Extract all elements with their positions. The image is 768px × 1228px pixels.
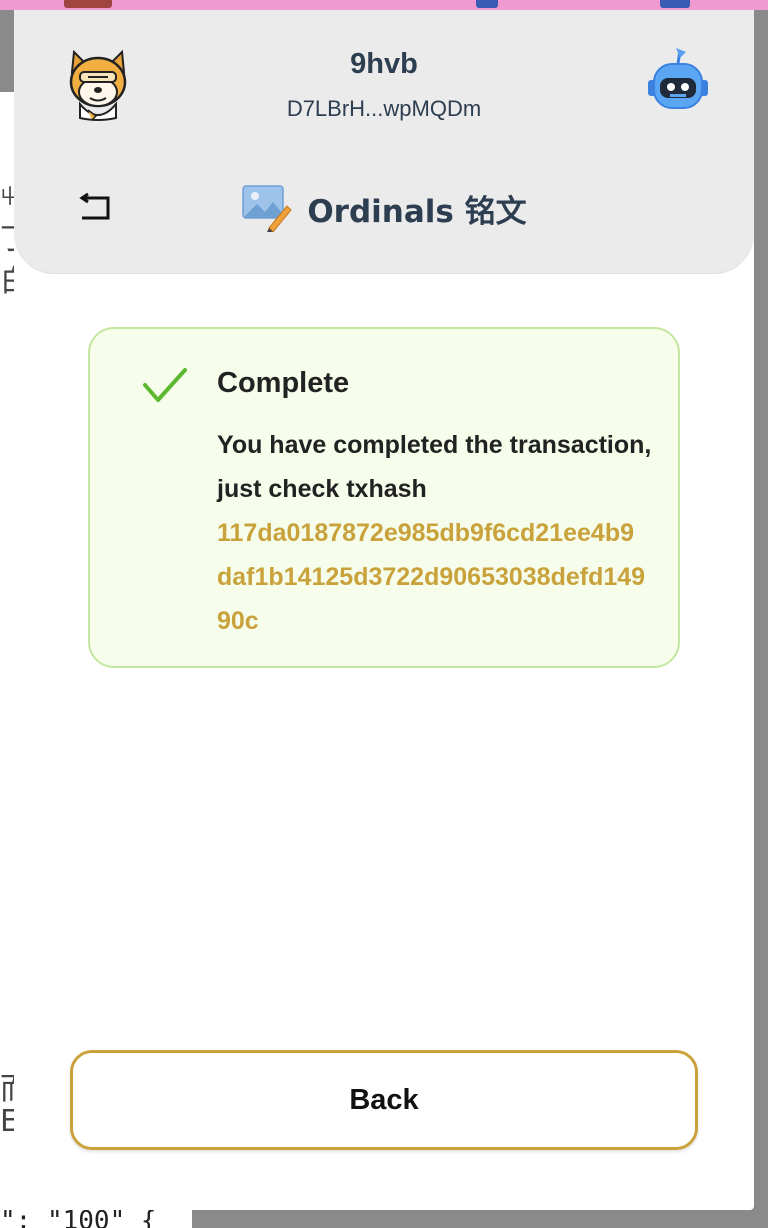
- background-badge: [64, 0, 112, 8]
- wallet-header: 9hvb D7LBrH...wpMQDm Ordinals 铭文: [14, 10, 754, 274]
- page-title: Ordinals 铭文: [307, 193, 527, 230]
- transaction-result-card: Complete You have completed the transact…: [88, 327, 680, 668]
- checkmark-icon: [142, 367, 188, 403]
- back-button[interactable]: Back: [70, 1050, 698, 1150]
- image-edit-icon: [241, 184, 293, 233]
- status-message: You have completed the transaction, just…: [217, 431, 652, 503]
- wallet-address[interactable]: D7LBrH...wpMQDm: [14, 96, 754, 122]
- status-title: Complete: [217, 367, 350, 399]
- txhash-link[interactable]: 117da0187872e985db9f6cd21ee4b9daf1b14125…: [217, 511, 649, 643]
- robot-icon[interactable]: [644, 46, 712, 116]
- wallet-popup: 9hvb D7LBrH...wpMQDm Ordinals 铭文 Complet…: [14, 10, 754, 1210]
- background-browser-bar: [0, 0, 768, 10]
- wallet-name: 9hvb: [350, 48, 418, 80]
- page-title-group: Ordinals 铭文: [14, 184, 754, 233]
- background-badge: [660, 0, 690, 8]
- background-badge: [476, 0, 498, 8]
